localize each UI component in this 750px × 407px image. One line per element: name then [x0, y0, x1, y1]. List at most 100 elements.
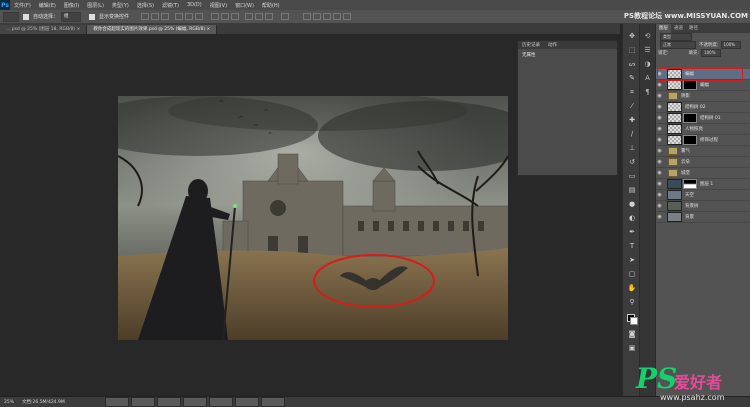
taskbar-item[interactable]	[130, 397, 155, 407]
taskbar-item[interactable]	[104, 397, 129, 407]
distribute-top-icon[interactable]	[211, 13, 220, 20]
distribute-left-icon[interactable]	[245, 13, 254, 20]
menu-image[interactable]: 图像(I)	[60, 2, 83, 9]
history-brush-icon[interactable]: ↺	[627, 158, 637, 167]
visibility-eye-icon[interactable]: ◉	[656, 203, 663, 209]
distribute-vcenter-icon[interactable]	[221, 13, 230, 20]
auto-select-dropdown[interactable]: 组	[61, 11, 82, 22]
zoom-tool-icon[interactable]: ⚲	[627, 298, 637, 307]
taskbar-item[interactable]	[234, 397, 259, 407]
layer-group-row[interactable]: ◉ 阴影	[656, 91, 750, 102]
align-vcenter-icon[interactable]	[151, 13, 160, 20]
document-tab-2[interactable]: 教你合成超现实的图片效果.psd @ 25% (蝙蝠, RGB/8) ×	[87, 25, 218, 34]
visibility-eye-icon[interactable]: ◉	[656, 93, 663, 99]
layer-row[interactable]: ◉ 天空	[656, 190, 750, 201]
3d-scale-icon[interactable]	[343, 13, 352, 20]
menu-type[interactable]: 类型(Y)	[108, 2, 133, 9]
visibility-eye-icon[interactable]: ◉	[656, 181, 663, 187]
tab-actions[interactable]: 动作	[544, 42, 561, 48]
align-right-icon[interactable]	[195, 13, 204, 20]
fill-field[interactable]: 100%	[701, 49, 722, 57]
blur-tool-icon[interactable]: ●	[627, 200, 637, 209]
3d-slide-icon[interactable]	[333, 13, 342, 20]
tab-history[interactable]: 历史记录	[518, 42, 544, 48]
taskbar-item[interactable]	[260, 397, 285, 407]
tool-preset-picker[interactable]	[3, 11, 19, 22]
paragraph-panel-icon[interactable]: ¶	[643, 88, 652, 97]
3d-roll-icon[interactable]	[313, 13, 322, 20]
shape-tool-icon[interactable]: ▢	[627, 270, 637, 279]
layer-row[interactable]: ◉ 背景树	[656, 201, 750, 212]
menu-view[interactable]: 视图(V)	[206, 2, 231, 9]
layer-row[interactable]: ◉ 蝙蝠	[656, 80, 750, 91]
quick-mask-icon[interactable]: ◙	[627, 330, 637, 339]
hand-tool-icon[interactable]: ✋	[627, 284, 637, 293]
visibility-eye-icon[interactable]: ◉	[656, 137, 663, 143]
taskbar-item[interactable]	[156, 397, 181, 407]
type-tool-icon[interactable]: T	[627, 242, 637, 251]
character-panel-icon[interactable]: A	[643, 74, 652, 83]
layer-row[interactable]: ◉ 图层 1	[656, 179, 750, 190]
adjustments-panel-icon[interactable]: ◑	[643, 60, 652, 69]
menu-window[interactable]: 窗口(W)	[231, 2, 258, 9]
color-swatches-icon[interactable]	[627, 314, 638, 325]
menu-edit[interactable]: 编辑(E)	[35, 2, 60, 9]
dodge-tool-icon[interactable]: ◐	[627, 214, 637, 223]
history-entry[interactable]: 无属性	[518, 49, 617, 61]
align-bottom-icon[interactable]	[161, 13, 170, 20]
clone-stamp-icon[interactable]: ⊥	[627, 144, 637, 153]
layer-row[interactable]: ◉ 结构树 02	[656, 102, 750, 113]
visibility-eye-icon[interactable]: ◉	[656, 159, 663, 165]
layer-row[interactable]: ◉ 背景	[656, 212, 750, 223]
align-left-icon[interactable]	[175, 13, 184, 20]
marquee-tool-icon[interactable]: ⬚	[627, 46, 637, 55]
blend-mode-dropdown[interactable]: 正常	[660, 41, 696, 49]
taskbar-item[interactable]	[208, 397, 233, 407]
screen-mode-icon[interactable]: ▣	[627, 344, 637, 353]
tab-paths[interactable]: 路径	[686, 24, 701, 33]
filter-kind-dropdown[interactable]: 类型	[660, 33, 692, 41]
align-top-icon[interactable]	[141, 13, 150, 20]
tab-layers[interactable]: 图层	[656, 24, 671, 33]
visibility-eye-icon[interactable]: ◉	[656, 115, 663, 121]
align-hcenter-icon[interactable]	[185, 13, 194, 20]
menu-help[interactable]: 帮助(H)	[258, 2, 284, 9]
visibility-eye-icon[interactable]: ◉	[656, 104, 663, 110]
visibility-eye-icon[interactable]: ◉	[656, 82, 663, 88]
visibility-eye-icon[interactable]: ◉	[656, 148, 663, 154]
gradient-tool-icon[interactable]: ▤	[627, 186, 637, 195]
taskbar-item[interactable]	[182, 397, 207, 407]
menu-select[interactable]: 选择(S)	[133, 2, 158, 9]
layer-row[interactable]: ◉ 人物照亮	[656, 124, 750, 135]
quick-select-tool-icon[interactable]: ✎	[627, 74, 637, 83]
layer-row[interactable]: ◉ 修饰过程	[656, 135, 750, 146]
visibility-eye-icon[interactable]: ◉	[656, 214, 663, 220]
eraser-tool-icon[interactable]: ▭	[627, 172, 637, 181]
distribute-right-icon[interactable]	[265, 13, 274, 20]
menu-file[interactable]: 文件(F)	[10, 2, 35, 9]
layer-group-row[interactable]: ◉ 城堡	[656, 168, 750, 179]
layer-group-row[interactable]: ◉ 雾气	[656, 146, 750, 157]
layer-group-row[interactable]: ◉ 云朵	[656, 157, 750, 168]
show-transform-checkbox[interactable]	[89, 13, 96, 20]
menu-layer[interactable]: 图层(L)	[83, 2, 108, 9]
3d-drag-icon[interactable]	[323, 13, 332, 20]
visibility-eye-icon[interactable]: ◉	[656, 192, 663, 198]
distribute-bottom-icon[interactable]	[231, 13, 240, 20]
visibility-eye-icon[interactable]: ◉	[656, 170, 663, 176]
move-tool-icon[interactable]: ✥	[627, 32, 637, 41]
menu-3d[interactable]: 3D(D)	[183, 2, 206, 8]
auto-select-checkbox[interactable]	[23, 13, 29, 20]
pen-tool-icon[interactable]: ✒	[627, 228, 637, 237]
distribute-hcenter-icon[interactable]	[255, 13, 264, 20]
document-canvas[interactable]	[118, 96, 508, 340]
crop-tool-icon[interactable]: ⌗	[627, 88, 637, 97]
properties-panel-icon[interactable]: ☰	[643, 46, 652, 55]
path-select-icon[interactable]: ➤	[627, 256, 637, 265]
healing-brush-icon[interactable]: ✚	[627, 116, 637, 125]
opacity-field[interactable]: 100%	[720, 41, 741, 49]
zoom-level[interactable]: 25%	[4, 400, 14, 405]
lasso-tool-icon[interactable]: ᔕ	[627, 60, 637, 69]
auto-align-icon[interactable]	[281, 13, 290, 20]
menu-filter[interactable]: 滤镜(T)	[158, 2, 183, 9]
